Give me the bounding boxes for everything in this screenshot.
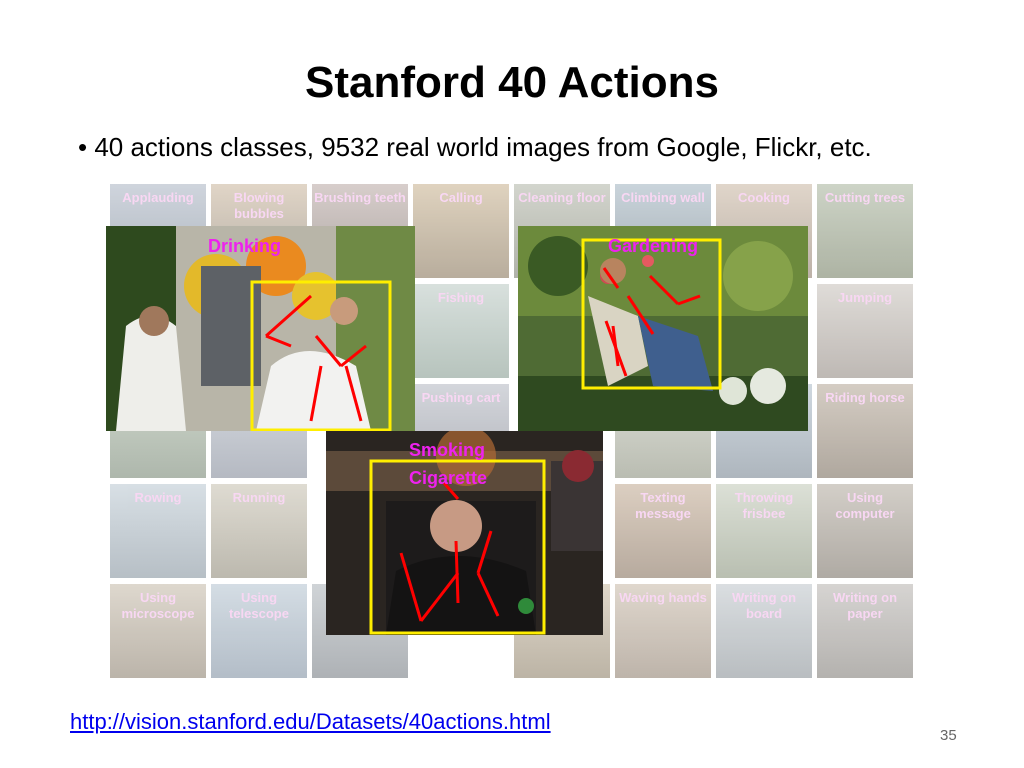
thumb-using-microscope: Using microscope bbox=[110, 584, 206, 678]
smoking-photo: Smoking Cigarette bbox=[326, 431, 603, 635]
thumb-calling: Calling bbox=[413, 184, 509, 278]
page-number: 35 bbox=[940, 727, 957, 744]
drinking-label: Drinking bbox=[208, 236, 282, 256]
thumb-throwing-frisbee: Throwing frisbee bbox=[716, 484, 812, 578]
thumb-waving-hands: Waving hands bbox=[615, 584, 711, 678]
thumb-texting-message: Texting message bbox=[615, 484, 711, 578]
thumb-using-computer: Using computer bbox=[817, 484, 913, 578]
thumb-running: Running bbox=[211, 484, 307, 578]
thumb-jumping: Jumping bbox=[817, 284, 913, 378]
thumb-writing-on-board: Writing on board bbox=[716, 584, 812, 678]
bullet-text: • 40 actions classes, 9532 real world im… bbox=[78, 132, 872, 162]
thumb-riding-horse: Riding horse bbox=[817, 384, 913, 478]
thumb-cutting-trees: Cutting trees bbox=[817, 184, 913, 278]
drinking-photo: Drinking bbox=[106, 226, 415, 431]
thumb-using-telescope: Using telescope bbox=[211, 584, 307, 678]
dataset-link[interactable]: http://vision.stanford.edu/Datasets/40ac… bbox=[70, 709, 551, 735]
gardening-photo: Gardening bbox=[518, 226, 808, 431]
gardening-label: Gardening bbox=[608, 236, 699, 256]
slide-title: Stanford 40 Actions bbox=[305, 58, 719, 107]
thumb-fishing: Fishing bbox=[413, 284, 509, 378]
thumb-writing-on-paper: Writing on paper bbox=[817, 584, 913, 678]
thumb-rowing: Rowing bbox=[110, 484, 206, 578]
smoking-label: Smoking Cigarette bbox=[409, 440, 488, 488]
